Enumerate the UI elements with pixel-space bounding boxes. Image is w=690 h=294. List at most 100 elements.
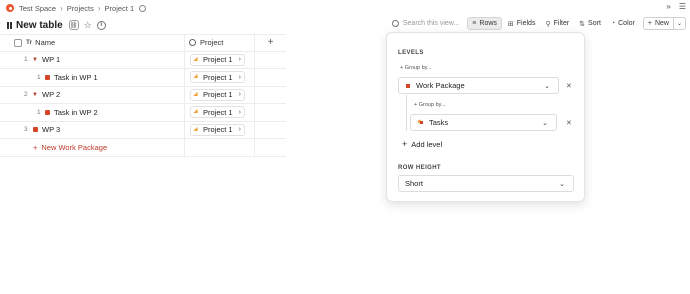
remove-level-2-button[interactable]: ✕ xyxy=(566,119,572,127)
project-chip-label: Project 1 xyxy=(203,90,233,100)
table-row[interactable]: 3 WP 3 Project 1 › xyxy=(0,121,286,139)
row-name[interactable]: WP 3 xyxy=(42,125,60,134)
breadcrumb-bar: Test Space › Projects › Project 1 » ☰ xyxy=(0,0,690,16)
sort-label: Sort xyxy=(588,20,601,27)
filter-label: Filter xyxy=(553,20,570,27)
column-header-name[interactable]: Name xyxy=(35,38,55,47)
column-header-project[interactable]: Project xyxy=(200,38,223,47)
select-all-checkbox[interactable] xyxy=(14,38,22,47)
chevron-down-icon: ⌄ xyxy=(544,82,550,90)
row-number: 1 xyxy=(24,56,28,64)
level-2-value: Tasks xyxy=(429,118,449,127)
view-toolbar: Search this view... ≡ Rows ⊞ Fields ⚲ Fi… xyxy=(391,16,686,31)
levels-heading: LEVELS xyxy=(398,50,424,56)
add-column-button[interactable]: + xyxy=(255,35,286,51)
search-field[interactable]: Search this view... xyxy=(391,20,460,27)
project-chip-label: Project 1 xyxy=(203,55,233,65)
fields-button[interactable]: ⊞ Fields xyxy=(504,17,540,30)
settings-icon[interactable] xyxy=(139,4,147,12)
new-work-package-row[interactable]: + New Work Package xyxy=(0,139,286,157)
breadcrumb-workspace[interactable]: Test Space xyxy=(19,4,56,13)
row-number: 1 xyxy=(37,73,41,81)
project-flag-icon xyxy=(193,74,200,81)
table-header-row: Tr Name Project + xyxy=(0,34,286,52)
palette-icon: ◔ xyxy=(610,20,616,27)
table-row[interactable]: 1 Task in WP 2 Project 1 › xyxy=(0,104,286,122)
project-flag-icon xyxy=(193,56,200,63)
add-level-button[interactable]: + Add level xyxy=(402,139,442,149)
new-work-package-button[interactable]: + New Work Package xyxy=(33,143,107,152)
work-package-icon xyxy=(33,127,38,133)
chevron-right-icon: › xyxy=(60,3,63,13)
chevron-right-icon: › xyxy=(238,126,241,134)
chevron-right-icon: › xyxy=(238,108,241,116)
sort-button[interactable]: ⇅ Sort xyxy=(575,17,605,30)
page-title[interactable]: New table xyxy=(16,20,63,31)
rows-button[interactable]: ≡ Rows xyxy=(467,17,502,30)
row-name[interactable]: WP 1 xyxy=(42,55,60,64)
rows-label: Rows xyxy=(479,20,497,27)
row-name[interactable]: Task in WP 1 xyxy=(54,73,98,82)
project-flag-icon xyxy=(193,126,200,133)
chevron-down-icon: ⌄ xyxy=(542,119,548,127)
task-type-icon xyxy=(45,74,50,80)
plus-icon: + xyxy=(647,20,652,27)
row-name[interactable]: Task in WP 2 xyxy=(54,108,98,117)
info-icon[interactable]: i xyxy=(96,20,106,30)
collapse-caret-icon[interactable]: ▼ xyxy=(32,57,38,63)
table-row[interactable]: 1 ▼ WP 1 Project 1 › xyxy=(0,51,286,69)
row-number: 2 xyxy=(24,91,28,99)
remove-level-1-button[interactable]: ✕ xyxy=(566,82,572,90)
workspace-logo-icon xyxy=(6,4,14,12)
expand-icon[interactable]: » xyxy=(666,2,670,11)
collapse-caret-icon[interactable]: ▼ xyxy=(32,92,38,98)
project-chip[interactable]: Project 1 › xyxy=(190,106,245,119)
group-by-label: Group by... xyxy=(404,65,432,71)
project-chip-label: Project 1 xyxy=(203,72,233,82)
color-button[interactable]: ◔ Color xyxy=(607,17,639,30)
color-label: Color xyxy=(618,20,635,27)
project-chip[interactable]: Project 1 › xyxy=(190,53,245,66)
project-chip-label: Project 1 xyxy=(203,125,233,135)
row-number: 3 xyxy=(24,126,28,134)
row-height-value: Short xyxy=(405,179,423,188)
sort-icon: ⇅ xyxy=(579,20,586,28)
new-button[interactable]: + New ⌄ xyxy=(642,17,686,30)
breadcrumb-projects[interactable]: Projects xyxy=(67,4,94,13)
project-chip[interactable]: Project 1 › xyxy=(190,71,245,84)
search-placeholder: Search this view... xyxy=(402,20,460,27)
chevron-right-icon: › xyxy=(238,91,241,99)
search-icon xyxy=(391,20,399,27)
project-flag-icon xyxy=(193,109,200,116)
rows-grouping-panel: LEVELS + Group by... Work Package ⌄ ✕ + … xyxy=(386,32,585,202)
chevron-right-icon: › xyxy=(97,3,101,13)
group-by-level-2[interactable]: + Group by... xyxy=(414,102,446,108)
row-height-select[interactable]: Short ⌄ xyxy=(398,175,574,192)
task-type-icon xyxy=(418,120,424,125)
group-by-label: Group by... xyxy=(418,102,446,108)
link-icon[interactable]: ⛓ xyxy=(68,20,79,30)
table-row[interactable]: 2 ▼ WP 2 Project 1 › xyxy=(0,86,286,104)
project-chip-label: Project 1 xyxy=(203,107,233,117)
project-chip[interactable]: Project 1 › xyxy=(190,88,245,101)
star-icon[interactable]: ☆ xyxy=(83,20,93,30)
table-row[interactable]: 1 Task in WP 1 Project 1 › xyxy=(0,69,286,87)
chevron-down-icon: ⌄ xyxy=(559,180,565,188)
drag-handle-icon[interactable] xyxy=(7,21,12,29)
relation-icon xyxy=(189,39,196,47)
new-label: New xyxy=(654,20,669,27)
group-by-level-1[interactable]: + Group by... xyxy=(400,65,432,71)
filter-button[interactable]: ⚲ Filter xyxy=(541,17,573,30)
row-name[interactable]: WP 2 xyxy=(42,90,60,99)
task-type-icon xyxy=(45,109,50,115)
work-package-icon xyxy=(406,83,410,88)
level-1-value: Work Package xyxy=(416,81,465,90)
chevron-down-icon[interactable]: ⌄ xyxy=(674,20,685,27)
breadcrumb-project[interactable]: Project 1 xyxy=(105,4,135,13)
level-1-select[interactable]: Work Package ⌄ xyxy=(398,77,559,94)
chevron-right-icon: › xyxy=(238,73,241,81)
level-2-select[interactable]: Tasks ⌄ xyxy=(410,114,557,131)
project-chip[interactable]: Project 1 › xyxy=(190,123,245,136)
menu-icon[interactable]: ☰ xyxy=(679,2,686,11)
plus-icon: + xyxy=(402,139,408,149)
